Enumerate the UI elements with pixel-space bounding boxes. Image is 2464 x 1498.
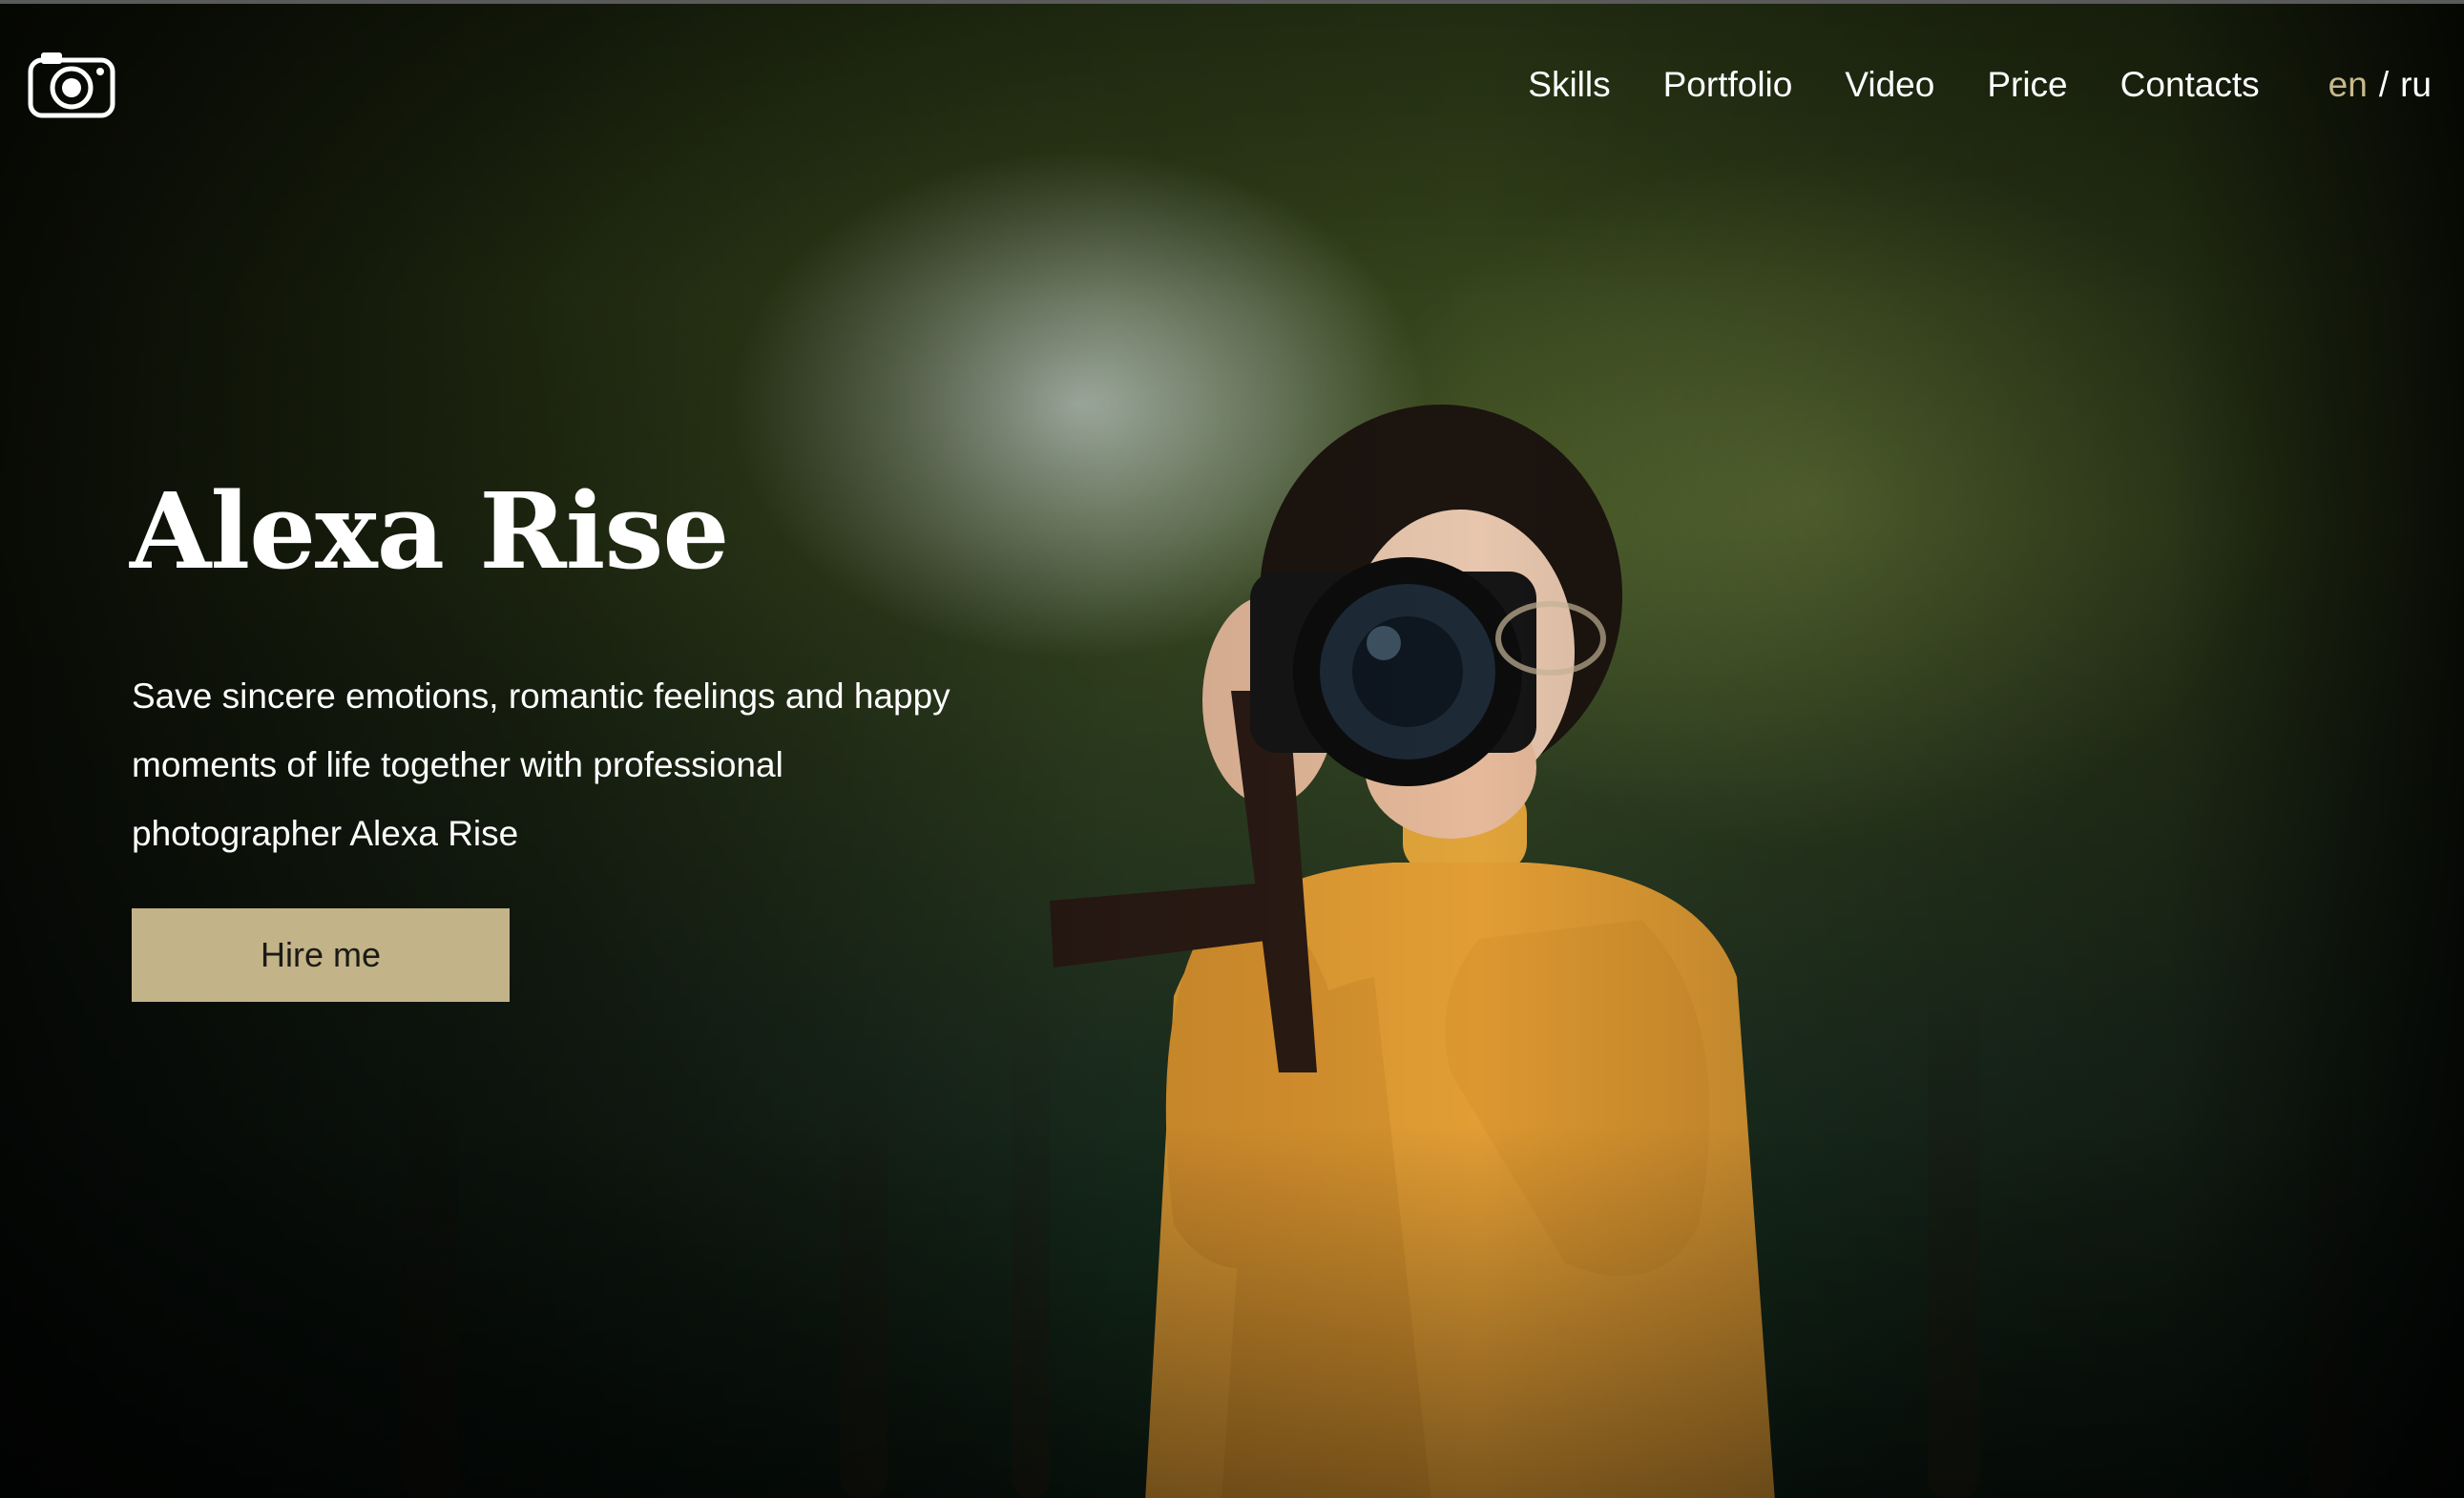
lang-en-option[interactable]: en <box>2328 65 2368 104</box>
hero-section: Skills Portfolio Video Price Contacts en… <box>0 0 2464 1498</box>
tree-trunk <box>840 1059 887 1498</box>
camera-icon <box>28 52 115 118</box>
nav-skills-link[interactable]: Skills <box>1528 65 1610 105</box>
nav-portfolio-link[interactable]: Portfolio <box>1663 65 1793 105</box>
main-nav: Skills Portfolio Video Price Contacts en… <box>1475 61 2432 109</box>
nav-price-link[interactable]: Price <box>1987 65 2067 105</box>
lang-ru-option[interactable]: ru <box>2400 65 2432 104</box>
hire-me-button[interactable]: Hire me <box>132 908 510 1002</box>
tree-trunk <box>1928 964 1980 1498</box>
nav-video-link[interactable]: Video <box>1845 65 1934 105</box>
lang-separator: / <box>2378 65 2390 104</box>
logo-camera-icon[interactable] <box>27 48 116 120</box>
photographer-image <box>1050 405 1775 1498</box>
nav-contacts-link[interactable]: Contacts <box>2120 65 2260 105</box>
hero-subtitle: Save sincere emotions, romantic feelings… <box>132 676 950 853</box>
tree-trunk <box>401 1002 458 1498</box>
tree-trunk <box>2309 1002 2352 1498</box>
hero-title: Alexa Rise <box>130 469 729 593</box>
language-switcher: en / ru <box>2328 65 2432 105</box>
